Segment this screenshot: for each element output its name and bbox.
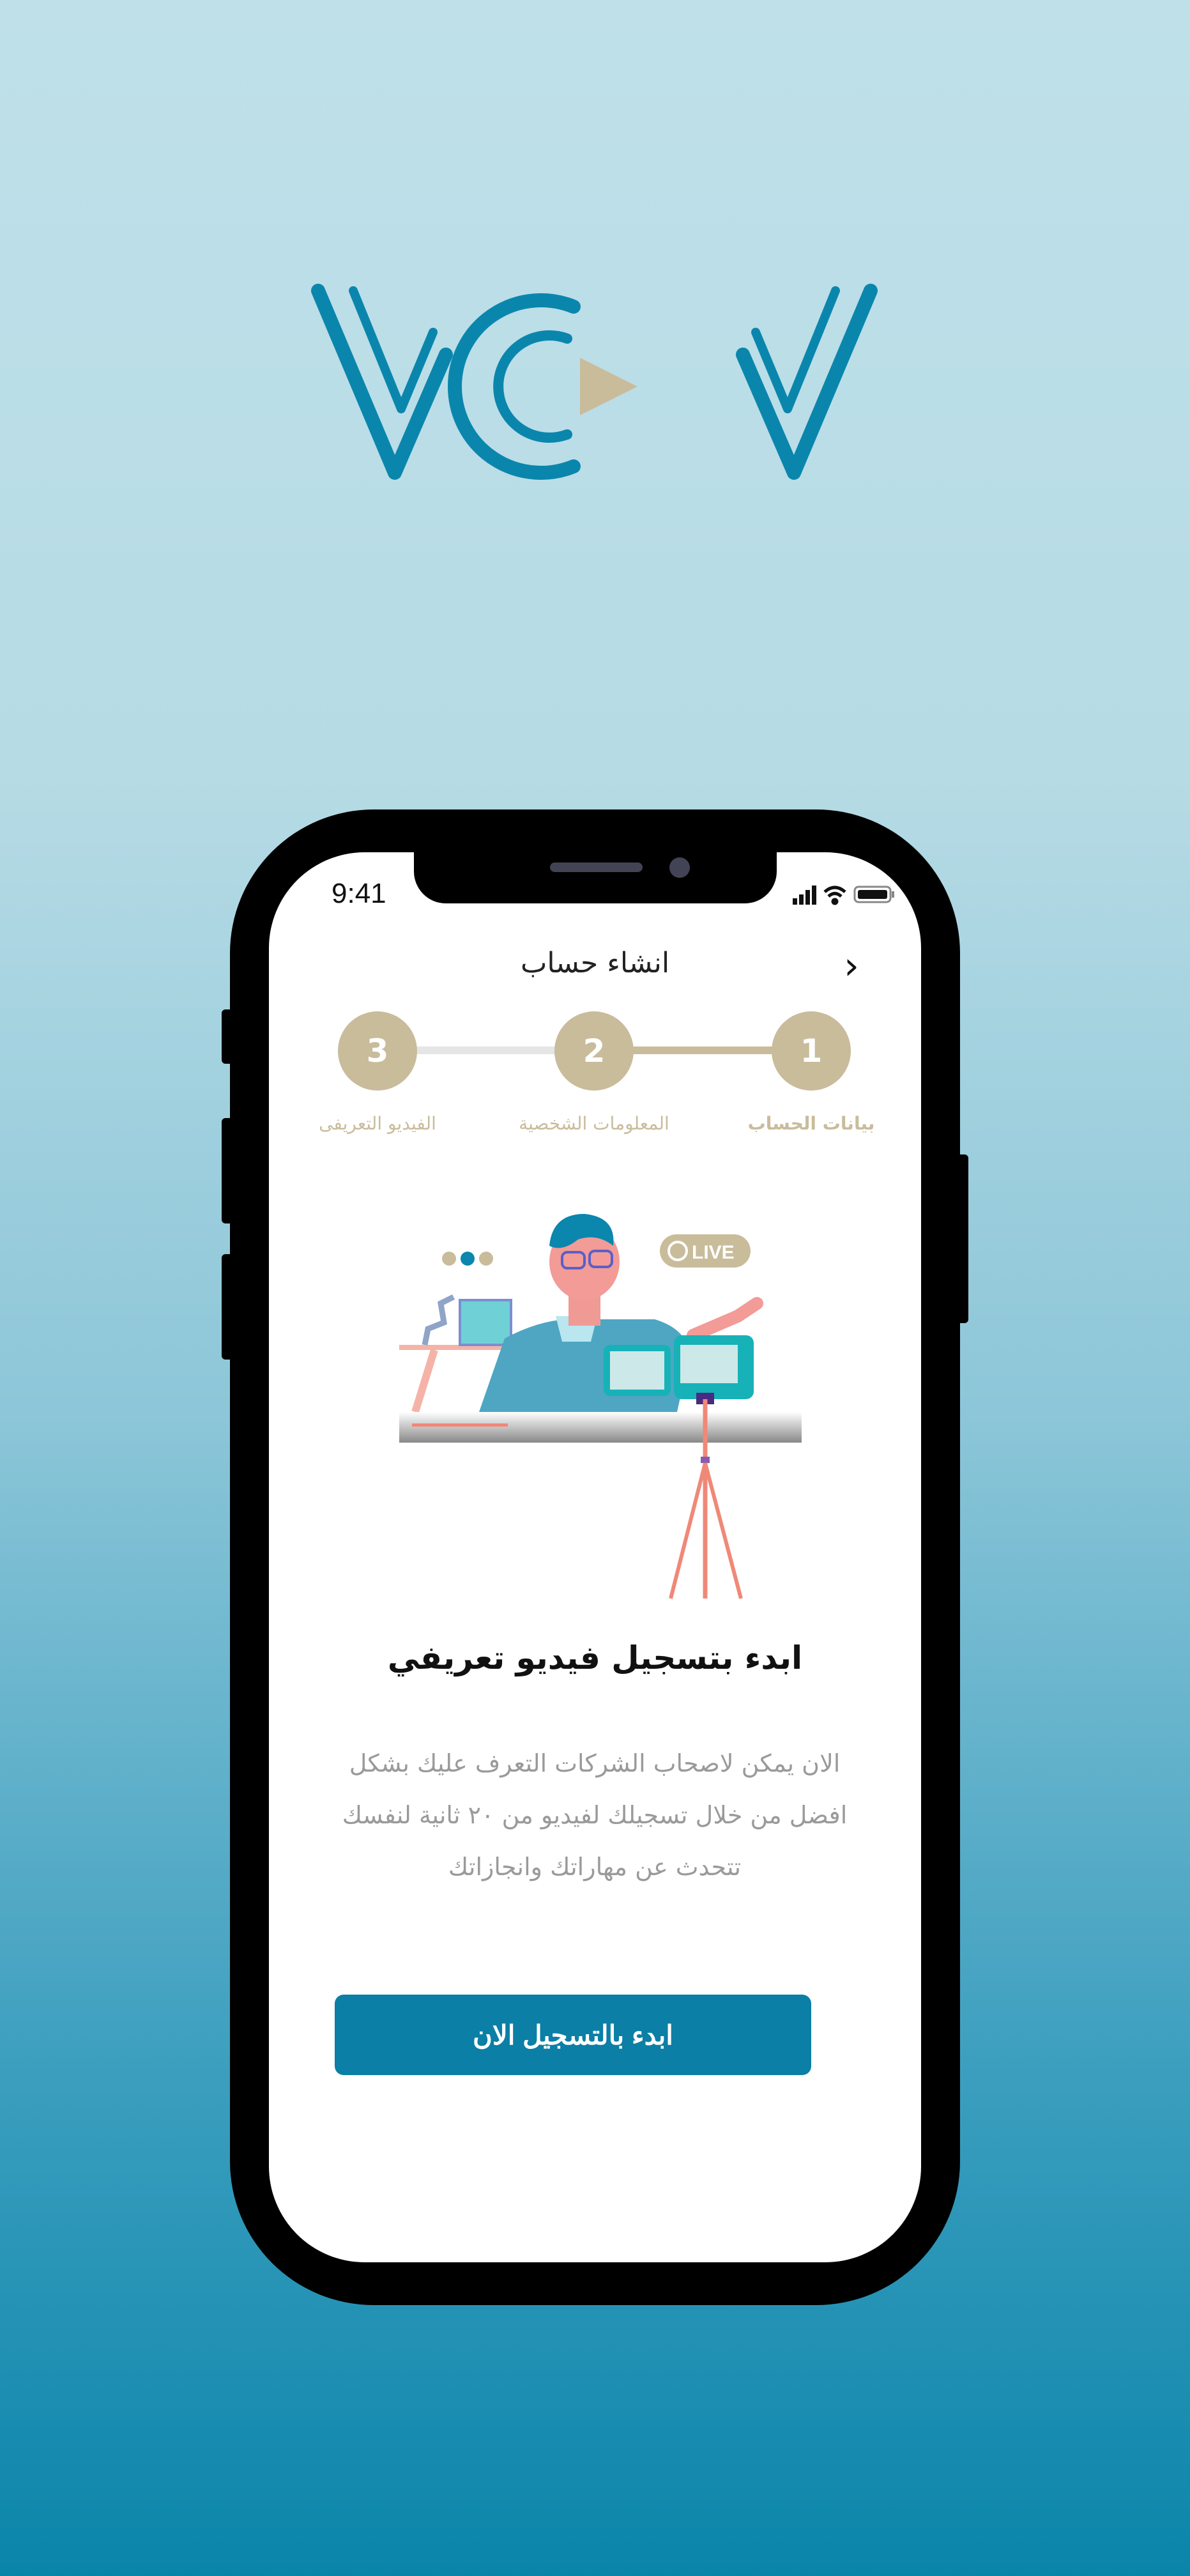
step-3-label: الفيديو التعريفى [319, 1113, 436, 1134]
description-line: الان يمكن لاصحاب الشركات التعرف عليك بشك… [349, 1749, 841, 1777]
phone-screen: 9:41 انشاء حساب › 1 2 3 بيانات الحساب ال… [269, 852, 921, 2262]
vcv-logo [311, 284, 878, 480]
step-number: 1 [800, 1032, 823, 1070]
signal-icon [793, 885, 816, 905]
step-3: 3 [338, 1011, 417, 1091]
start-recording-button[interactable]: ابدء بالتسجيل الان [335, 1995, 811, 2075]
description: الان يمكن لاصحاب الشركات التعرف عليك بشك… [307, 1738, 882, 1893]
step-2: 2 [554, 1011, 634, 1091]
front-camera [669, 857, 690, 878]
page-title: انشاء حساب [520, 947, 670, 979]
status-time: 9:41 [332, 878, 386, 909]
live-badge-text: LIVE [692, 1242, 735, 1263]
step-number: 3 [366, 1032, 389, 1070]
section-heading: ابدء بتسجيل فيديو تعريفي [387, 1639, 803, 1676]
step-1-label: بيانات الحساب [747, 1113, 875, 1134]
step-2-label: المعلومات الشخصية [519, 1113, 669, 1134]
wifi-icon [823, 885, 846, 905]
play-icon [580, 358, 637, 415]
step-1: 1 [772, 1011, 851, 1091]
chevron-right-icon: › [844, 944, 859, 988]
notch [414, 852, 777, 903]
step-number: 2 [583, 1032, 606, 1070]
description-line: تتحدث عن مهاراتك وانجازاتك [448, 1853, 742, 1881]
back-button[interactable]: › [844, 947, 859, 985]
description-line: افضل من خلال تسجيلك لفيديو من ٢٠ ثانية ل… [342, 1801, 848, 1829]
status-icons [793, 885, 894, 905]
battery-icon [853, 885, 894, 903]
speaker [550, 862, 643, 872]
video-recording-illustration: LIVE [399, 1214, 802, 1599]
